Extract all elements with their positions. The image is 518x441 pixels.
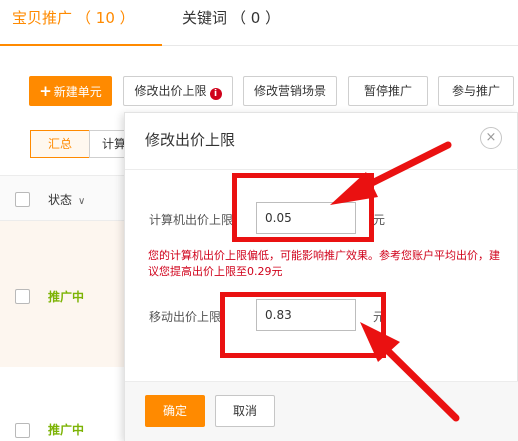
info-icon: i (209, 88, 222, 100)
low-bid-warning: 您的计算机出价上限偏低，可能影响推广效果。参考您账户平均出价，建议您提高出价上限… (148, 249, 500, 278)
tab-keywords[interactable]: 关键词（ 0 ） (182, 0, 280, 46)
tab-count: （ 10 ） (76, 9, 135, 27)
status-badge: 推广中 (48, 290, 85, 304)
plus-icon: + (39, 82, 52, 100)
tab-bar: 宝贝推广（ 10 ） 关键词（ 0 ） (0, 0, 518, 46)
row-checkbox[interactable] (15, 289, 30, 304)
new-unit-label: 新建单元 (53, 85, 102, 99)
subtab-summary[interactable]: 汇总 (30, 130, 90, 158)
status-header-label: 状态 (48, 193, 73, 207)
dialog-divider (125, 169, 518, 170)
annotation-box-mobile (220, 292, 386, 358)
status-column-header[interactable]: 状态 ∨ (48, 191, 85, 208)
modify-scene-button[interactable]: 修改营销场景 (243, 76, 337, 106)
join-promotion-button[interactable]: 参与推广 (438, 76, 514, 106)
pc-bid-limit-label: 计算机出价上限： (149, 213, 246, 227)
bid-limit-dialog: 修改出价上限 × 计算机出价上限： 元 您的计算机出价上限偏低，可能影响推广效果… (124, 112, 518, 441)
modify-bid-limit-label: 修改出价上限 (134, 84, 207, 98)
new-unit-button[interactable]: + 新建单元 (29, 76, 112, 106)
select-all-checkbox[interactable] (15, 192, 30, 207)
cancel-button[interactable]: 取消 (215, 395, 275, 427)
close-icon[interactable]: × (480, 127, 502, 149)
pc-unit-label: 元 (373, 213, 386, 227)
annotation-box-pc (232, 173, 374, 242)
tab-label: 宝贝推广 (12, 9, 73, 27)
pause-button[interactable]: 暂停推广 (348, 76, 428, 106)
dialog-footer: 确定 取消 (125, 381, 518, 441)
tab-count: （ 0 ） (231, 9, 281, 27)
row-checkbox[interactable] (15, 423, 30, 438)
tab-label: 关键词 (182, 9, 228, 27)
modify-bid-limit-button[interactable]: 修改出价上限 i (123, 76, 233, 106)
toolbar: + 新建单元 修改出价上限 i 修改营销场景 暂停推广 参与推广 (0, 76, 518, 108)
status-badge: 推广中 (48, 423, 85, 437)
chevron-down-icon: ∨ (78, 196, 86, 207)
dialog-title: 修改出价上限 (145, 131, 236, 149)
tab-product-promotion[interactable]: 宝贝推广（ 10 ） (0, 0, 162, 46)
confirm-button[interactable]: 确定 (145, 395, 205, 427)
